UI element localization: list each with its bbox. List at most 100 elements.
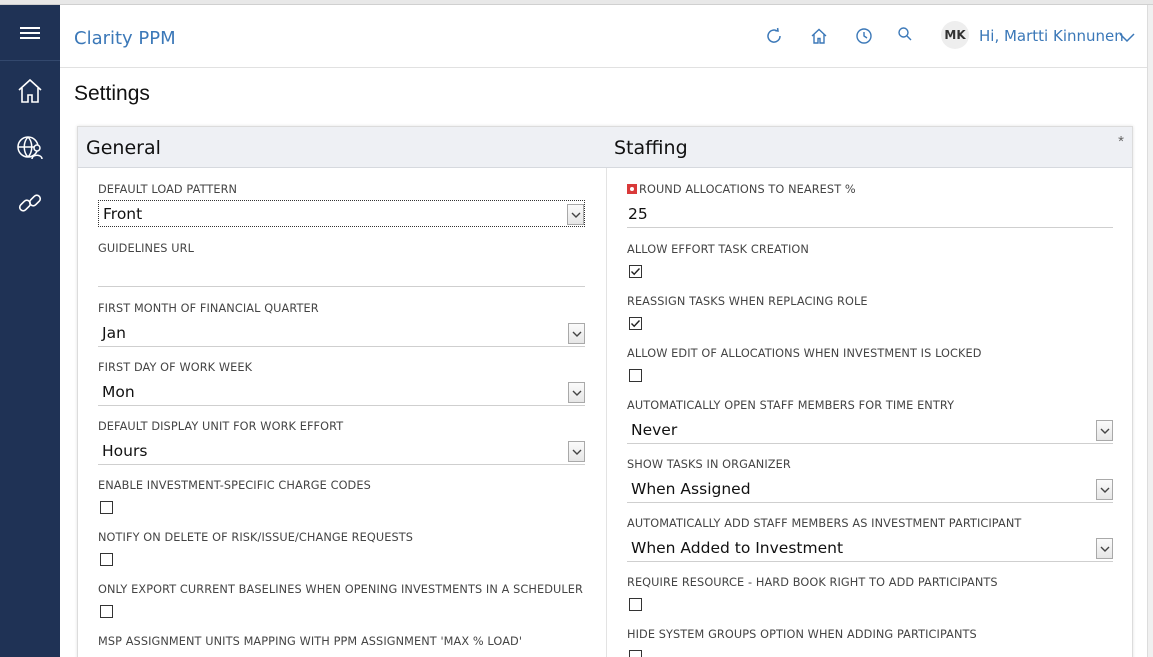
require-hard-book-field: REQUIRE RESOURCE - HARD BOOK RIGHT TO AD…: [627, 576, 998, 589]
field-label-wrap: ROUND ALLOCATIONS TO NEAREST %: [627, 183, 856, 196]
open-staff-select[interactable]: Never: [627, 417, 1113, 444]
app-header: Clarity PPM MK Hi, Martti Kinnunen: [60, 5, 1147, 68]
column-divider: [606, 168, 607, 657]
dropdown-button[interactable]: [568, 323, 585, 344]
dropdown-button[interactable]: [1096, 420, 1113, 441]
recent-clock-icon: [856, 28, 872, 44]
notify-delete-checkbox[interactable]: [100, 553, 113, 566]
left-navigation: [0, 5, 60, 657]
page-title: Settings: [74, 82, 150, 105]
field-label: AUTOMATICALLY ADD STAFF MEMBERS AS INVES…: [627, 517, 1022, 530]
guidelines-url-field: GUIDELINES URL: [98, 242, 194, 255]
dropdown-button[interactable]: [1096, 479, 1113, 500]
first-month-select[interactable]: Jan: [98, 320, 585, 347]
user-greeting[interactable]: Hi, Martti Kinnunen: [979, 27, 1124, 45]
display-unit-select[interactable]: Hours: [98, 438, 585, 465]
dropdown-button[interactable]: [568, 441, 585, 462]
checkmark-icon: [631, 320, 641, 328]
select-value: Never: [631, 421, 678, 439]
home-icon: [18, 78, 42, 103]
first-day-field: FIRST DAY OF WORK WEEK: [98, 361, 252, 374]
checkmark-icon: [631, 268, 641, 276]
field-label: NOTIFY ON DELETE OF RISK/ISSUE/CHANGE RE…: [98, 531, 413, 544]
dropdown-button[interactable]: [568, 382, 585, 403]
field-label: ALLOW EFFORT TASK CREATION: [627, 243, 809, 256]
show-tasks-select[interactable]: When Assigned: [627, 476, 1113, 503]
guidelines-url-input[interactable]: [98, 260, 585, 287]
settings-panel: General Staffing * DEFAULT LOAD PATTERN …: [77, 126, 1133, 657]
msp-mapping-field: MSP ASSIGNMENT UNITS MAPPING WITH PPM AS…: [98, 635, 522, 648]
hide-groups-checkbox[interactable]: [629, 650, 642, 657]
require-hard-book-checkbox[interactable]: [629, 598, 642, 611]
dropdown-button[interactable]: [1096, 538, 1113, 559]
select-value: When Added to Investment: [631, 539, 844, 557]
reassign-tasks-field: REASSIGN TASKS WHEN REPLACING ROLE: [627, 295, 868, 308]
menu-icon: [20, 24, 40, 42]
nav-resources[interactable]: [0, 119, 60, 175]
refresh-button[interactable]: [763, 25, 785, 47]
recent-button[interactable]: [853, 25, 875, 47]
round-allocations-input[interactable]: 25: [627, 201, 1113, 228]
field-label: ENABLE INVESTMENT-SPECIFIC CHARGE CODES: [98, 479, 371, 492]
edit-allocations-field: ALLOW EDIT OF ALLOCATIONS WHEN INVESTMEN…: [627, 347, 982, 360]
link-icon: [18, 194, 42, 212]
hide-groups-field: HIDE SYSTEM GROUPS OPTION WHEN ADDING PA…: [627, 628, 977, 641]
field-label: ROUND ALLOCATIONS TO NEAREST %: [639, 183, 856, 196]
first-month-field: FIRST MONTH OF FINANCIAL QUARTER: [98, 302, 319, 315]
chevron-down-icon: [1100, 428, 1109, 434]
input-value: 25: [628, 205, 648, 223]
nav-links[interactable]: [0, 175, 60, 231]
field-label: ONLY EXPORT CURRENT BASELINES WHEN OPENI…: [98, 583, 583, 596]
default-load-pattern-select[interactable]: Front: [98, 200, 585, 227]
panel-header: General Staffing *: [78, 127, 1132, 168]
field-label: DEFAULT LOAD PATTERN: [98, 183, 238, 196]
panel-options-button[interactable]: *: [1110, 133, 1132, 153]
search-button[interactable]: [894, 23, 916, 45]
effort-task-field: ALLOW EFFORT TASK CREATION: [627, 243, 809, 256]
page-scrollbar[interactable]: [1147, 5, 1153, 657]
select-value: When Assigned: [631, 480, 751, 498]
home-icon: [811, 28, 827, 44]
field-label: SHOW TASKS IN ORGANIZER: [627, 458, 791, 471]
export-baselines-checkbox[interactable]: [100, 605, 113, 618]
field-label: ALLOW EDIT OF ALLOCATIONS WHEN INVESTMEN…: [627, 347, 982, 360]
field-label: REASSIGN TASKS WHEN REPLACING ROLE: [627, 295, 868, 308]
field-label: FIRST DAY OF WORK WEEK: [98, 361, 253, 374]
home-button[interactable]: [808, 25, 830, 47]
effort-task-checkbox[interactable]: [629, 265, 642, 278]
chevron-down-icon: [572, 331, 581, 337]
select-value: Hours: [102, 442, 148, 460]
field-label: REQUIRE RESOURCE - HARD BOOK RIGHT TO AD…: [627, 576, 998, 589]
open-staff-field: AUTOMATICALLY OPEN STAFF MEMBERS FOR TIM…: [627, 399, 954, 412]
chevron-down-icon: [1100, 546, 1109, 552]
reassign-tasks-checkbox[interactable]: [629, 317, 642, 330]
select-value: Mon: [102, 383, 135, 401]
field-label: GUIDELINES URL: [98, 242, 194, 255]
app-title[interactable]: Clarity PPM: [74, 28, 176, 49]
dropdown-button[interactable]: [567, 204, 584, 225]
general-section-title: General: [86, 137, 161, 159]
default-load-pattern-field: DEFAULT LOAD PATTERN: [98, 183, 237, 196]
field-label: FIRST MONTH OF FINANCIAL QUARTER: [98, 302, 319, 315]
required-icon: [627, 184, 637, 194]
globe-people-icon: [17, 136, 43, 160]
add-staff-field: AUTOMATICALLY ADD STAFF MEMBERS AS INVES…: [627, 517, 1021, 530]
add-staff-select[interactable]: When Added to Investment: [627, 535, 1113, 562]
nav-home[interactable]: [0, 63, 60, 119]
chevron-down-icon: [1100, 487, 1109, 493]
avatar[interactable]: MK: [941, 21, 969, 49]
charge-codes-checkbox[interactable]: [100, 501, 113, 514]
field-label: DEFAULT DISPLAY UNIT FOR WORK EFFORT: [98, 420, 344, 433]
chevron-down-icon: [572, 449, 581, 455]
refresh-icon: [767, 27, 781, 43]
show-tasks-field: SHOW TASKS IN ORGANIZER: [627, 458, 791, 471]
edit-allocations-checkbox[interactable]: [629, 369, 642, 382]
select-value: Jan: [102, 324, 126, 342]
chevron-down-icon: [571, 212, 580, 218]
menu-button[interactable]: [0, 5, 60, 61]
chevron-down-icon[interactable]: [1118, 29, 1136, 45]
charge-codes-field: ENABLE INVESTMENT-SPECIFIC CHARGE CODES: [98, 479, 371, 492]
display-unit-field: DEFAULT DISPLAY UNIT FOR WORK EFFORT: [98, 420, 343, 433]
first-day-select[interactable]: Mon: [98, 379, 585, 406]
round-allocations-field: ROUND ALLOCATIONS TO NEAREST %: [627, 183, 856, 196]
